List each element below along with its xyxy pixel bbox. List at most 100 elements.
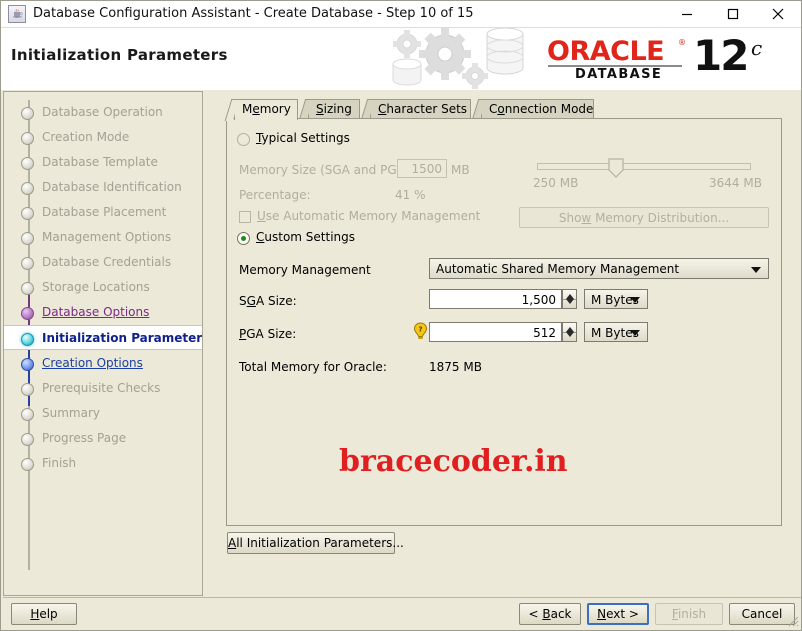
oracle-wordmark: ORACLE [547, 36, 665, 67]
sidebar-item-label: Prerequisite Checks [42, 381, 161, 395]
cancel-label: Cancel [741, 607, 783, 621]
automatic-memory-management-checkbox[interactable] [239, 211, 251, 223]
tab-sizing[interactable]: Sizing [308, 99, 360, 119]
close-button[interactable] [755, 1, 800, 27]
step-dot-icon [21, 358, 34, 371]
page-title: Initialization Parameters [11, 46, 228, 64]
wizard-steps-sidebar: Database Operation Creation Mode Databas… [3, 91, 203, 596]
step-dot-icon [21, 458, 34, 471]
sga-size-spinner[interactable] [562, 289, 577, 309]
memory-management-label: Memory Management [239, 263, 371, 277]
chevron-down-icon [630, 297, 640, 303]
next-button[interactable]: Next > [587, 603, 649, 625]
sidebar-item-label: Initialization Parameters [42, 331, 203, 345]
window-title: Database Configuration Assistant - Creat… [33, 6, 474, 21]
finish-button[interactable]: Finish [655, 603, 723, 625]
show-memory-distribution-button[interactable]: Show Memory Distribution... [519, 207, 769, 228]
all-initialization-parameters-button[interactable]: All Initialization Parameters... [227, 532, 404, 554]
pga-size-input[interactable]: 512 [429, 322, 562, 342]
sidebar-item-management-options[interactable]: Management Options [4, 225, 202, 250]
sidebar-item-creation-options[interactable]: Creation Options [4, 351, 202, 376]
step-dot-icon [21, 232, 34, 245]
oracle-database-word: DATABASE [575, 67, 663, 82]
typical-settings-label: Typical Settings [256, 131, 350, 145]
sidebar-item-database-options[interactable]: Database Options [4, 300, 202, 325]
back-button[interactable]: < Back [519, 603, 581, 625]
minimize-button[interactable] [664, 1, 709, 27]
tab-memory[interactable]: Memory [234, 99, 298, 120]
minimize-icon [681, 13, 692, 16]
maximize-icon [727, 8, 738, 20]
sidebar-item-database-identification[interactable]: Database Identification [4, 175, 202, 200]
sga-size-unit-dropdown[interactable]: M Bytes [584, 289, 648, 309]
dbca-window: Database Configuration Assistant - Creat… [0, 0, 802, 631]
step-dot-icon [21, 408, 34, 421]
memory-management-dropdown[interactable]: Automatic Shared Memory Management [429, 258, 769, 279]
footer-divider [3, 597, 801, 598]
tab-label: Sizing [316, 102, 352, 116]
tab-connection-mode[interactable]: Connection Mode [481, 99, 594, 119]
memory-size-unit: MB [451, 163, 470, 177]
pga-size-value: 512 [533, 326, 556, 340]
step-dot-icon [21, 182, 34, 195]
sidebar-item-storage-locations[interactable]: Storage Locations [4, 275, 202, 300]
sidebar-item-label: Creation Options [42, 356, 143, 370]
title-bar: Database Configuration Assistant - Creat… [1, 1, 801, 28]
sidebar-item-label: Database Placement [42, 205, 167, 219]
chevron-down-icon [630, 330, 640, 336]
chevron-down-icon [751, 266, 761, 273]
maximize-button[interactable] [710, 1, 755, 27]
sidebar-item-database-template[interactable]: Database Template [4, 150, 202, 175]
typical-settings-radio[interactable] [237, 133, 250, 146]
tab-label: Memory [242, 102, 291, 116]
step-dot-icon [21, 157, 34, 170]
sidebar-item-finish[interactable]: Finish [4, 451, 202, 476]
memory-tab-panel: Typical Settings Memory Size (SGA and PG… [226, 118, 782, 526]
java-cup-icon [8, 5, 26, 23]
oracle-version-suffix: c [751, 36, 763, 60]
sidebar-item-prerequisite-checks[interactable]: Prerequisite Checks [4, 376, 202, 401]
pga-size-spinner[interactable] [562, 322, 577, 342]
memory-size-value: 1500 [411, 162, 442, 176]
step-dot-icon [21, 282, 34, 295]
resize-grip-icon[interactable] [786, 614, 799, 627]
sidebar-item-progress-page[interactable]: Progress Page [4, 426, 202, 451]
sidebar-item-creation-mode[interactable]: Creation Mode [4, 125, 202, 150]
tab-label: Character Sets [378, 102, 468, 116]
custom-settings-radio[interactable] [237, 232, 250, 245]
close-icon [772, 8, 783, 20]
show-memory-distribution-label: Show Memory Distribution... [558, 210, 730, 225]
sga-size-input[interactable]: 1,500 [429, 289, 562, 309]
step-dot-icon [21, 307, 34, 320]
sidebar-item-initialization-parameters[interactable]: Initialization Parameters [4, 325, 202, 350]
sidebar-item-label: Finish [42, 456, 77, 470]
step-dot-icon [21, 207, 34, 220]
oracle-registered-mark: ® [678, 38, 686, 47]
content-area: Memory Sizing Character Sets Connection … [211, 91, 797, 554]
sidebar-item-database-operation[interactable]: Database Operation [4, 100, 202, 125]
memory-size-input[interactable]: 1500 [397, 159, 447, 178]
lightbulb-hint-icon: ? [413, 322, 428, 339]
sidebar-item-database-placement[interactable]: Database Placement [4, 200, 202, 225]
sidebar-item-label: Database Operation [42, 105, 163, 119]
site-watermark: bracecoder.in [339, 444, 568, 479]
svg-text:?: ? [418, 326, 422, 334]
next-label: Next > [597, 607, 639, 621]
product-banner: Initialization Parameters ORACLE ® DATAB… [1, 28, 801, 90]
sidebar-item-label: Management Options [42, 230, 172, 244]
pga-size-unit-dropdown[interactable]: M Bytes [584, 322, 648, 342]
automatic-memory-management-label: Use Automatic Memory Management [257, 209, 481, 223]
slider-thumb-icon [608, 158, 624, 178]
tab-character-sets[interactable]: Character Sets [370, 99, 471, 119]
total-memory-value: 1875 MB [429, 360, 482, 374]
sidebar-item-label: Storage Locations [42, 280, 150, 294]
finish-label: Finish [671, 607, 707, 621]
footer-bar: Help < Back Next > Finish Cancel [3, 597, 801, 629]
sidebar-item-database-credentials[interactable]: Database Credentials [4, 250, 202, 275]
sidebar-item-label: Database Template [42, 155, 158, 169]
step-dot-icon [21, 333, 34, 346]
sidebar-item-label: Summary [42, 406, 100, 420]
help-button[interactable]: Help [11, 603, 77, 625]
sidebar-item-summary[interactable]: Summary [4, 401, 202, 426]
memory-size-slider[interactable] [537, 158, 751, 178]
